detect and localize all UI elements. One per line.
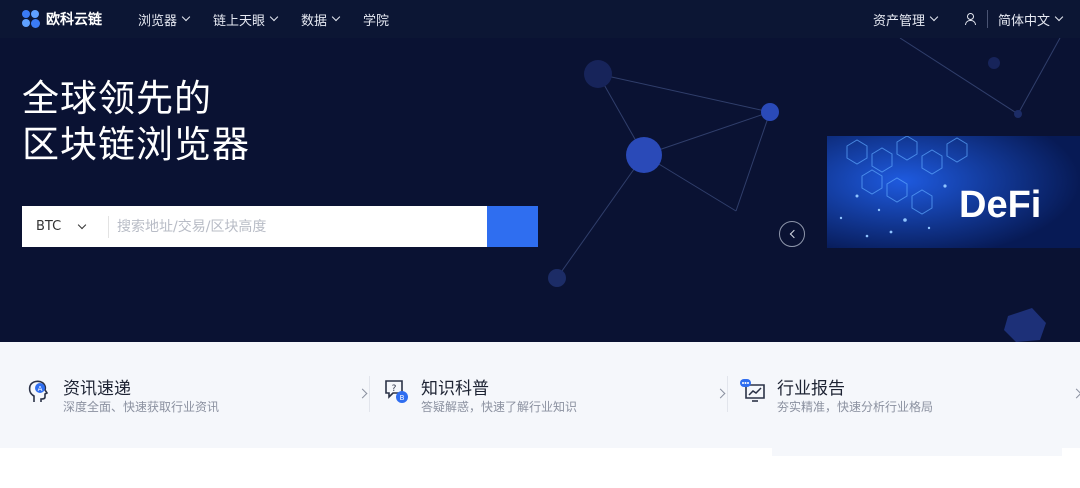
search-input[interactable] xyxy=(109,206,487,247)
user-icon[interactable] xyxy=(963,12,977,26)
bottom-strip xyxy=(772,448,1062,456)
brand-name: 欧科云链 xyxy=(46,12,102,28)
feature-desc: 夯实精准，快速分析行业格局 xyxy=(777,400,934,414)
top-navbar: 欧科云链 浏览器 链上天眼 数据 学院 资产管理 简体中文 xyxy=(0,0,1080,38)
language-selector[interactable]: 简体中文 xyxy=(997,10,1064,29)
hero-title-line1: 全球领先的 xyxy=(22,77,212,120)
nav-item-academy[interactable]: 学院 xyxy=(363,10,389,29)
news-head-icon: A xyxy=(28,380,49,402)
feature-title: 行业报告 xyxy=(777,379,845,399)
chevron-down-icon xyxy=(331,12,341,22)
carousel-prev-button[interactable] xyxy=(779,221,805,247)
nav-item-label: 数据 xyxy=(301,13,328,29)
feature-desc: 答疑解惑，快速了解行业知识 xyxy=(421,400,578,414)
right-nav: 资产管理 简体中文 xyxy=(873,0,1080,38)
nav-item-label: 浏览器 xyxy=(138,13,178,29)
svg-text:B: B xyxy=(400,394,405,402)
hexagon-pattern xyxy=(827,136,1080,248)
feature-title: 资讯速递 xyxy=(63,379,131,399)
nav-item-browser[interactable]: 浏览器 xyxy=(138,10,191,29)
feature-card-report[interactable]: 行业报告 夯实精准，快速分析行业格局 xyxy=(740,372,1080,416)
chevron-right-icon xyxy=(357,388,368,399)
chevron-right-icon xyxy=(715,388,726,399)
feature-card-news[interactable]: A 资讯速递 深度全面、快速获取行业资讯 xyxy=(26,372,368,416)
chevron-right-icon xyxy=(1071,388,1080,399)
feature-title: 知识科普 xyxy=(421,379,489,399)
chevron-down-icon xyxy=(77,220,87,229)
hero-section: 全球领先的 区块链浏览器 BTC 搜索地址/交易/区块高度 DeFi xyxy=(0,38,1080,342)
chevron-down-icon xyxy=(269,12,279,22)
feature-divider xyxy=(727,376,728,412)
nav-item-data[interactable]: 数据 xyxy=(301,10,341,29)
logo-icon xyxy=(22,10,42,28)
nav-item-onchain-eye[interactable]: 链上天眼 xyxy=(213,10,279,29)
chevron-down-icon xyxy=(929,12,939,22)
report-icon xyxy=(740,379,765,402)
hero-title-line2: 区块链浏览器 xyxy=(22,123,250,166)
chevron-down-icon xyxy=(181,12,191,22)
chevron-down-icon xyxy=(1054,12,1064,22)
language-label: 简体中文 xyxy=(997,13,1050,29)
feature-divider xyxy=(369,376,370,412)
svg-text:?: ? xyxy=(392,384,397,394)
search-button[interactable] xyxy=(23,206,538,247)
nav-item-label: 链上天眼 xyxy=(213,13,266,29)
chain-select-value: BTC xyxy=(36,219,62,234)
nav-divider xyxy=(986,10,988,28)
feature-section: A 资讯速递 深度全面、快速获取行业资讯 ? B 知识科普 答疑解惑，快速了解行… xyxy=(0,342,1080,448)
asset-management-label: 资产管理 xyxy=(872,13,925,29)
svg-text:A: A xyxy=(38,385,43,393)
brand-logo[interactable]: 欧科云链 xyxy=(22,9,102,29)
hero-title: 全球领先的 区块链浏览器 xyxy=(22,76,250,168)
asset-management-menu[interactable]: 资产管理 xyxy=(872,10,939,29)
chevron-left-icon xyxy=(789,229,798,239)
banner-title: DeFi xyxy=(959,184,1042,226)
feature-card-knowledge[interactable]: ? B 知识科普 答疑解惑，快速了解行业知识 xyxy=(384,372,726,416)
defi-banner[interactable]: DeFi xyxy=(827,136,1080,248)
knowledge-icon: ? B xyxy=(385,380,408,403)
nav-item-label: 学院 xyxy=(363,13,390,29)
feature-desc: 深度全面、快速获取行业资讯 xyxy=(63,400,220,414)
search-icon xyxy=(23,207,38,222)
search-bar: BTC xyxy=(22,206,538,247)
main-nav: 浏览器 链上天眼 数据 学院 xyxy=(138,0,413,38)
